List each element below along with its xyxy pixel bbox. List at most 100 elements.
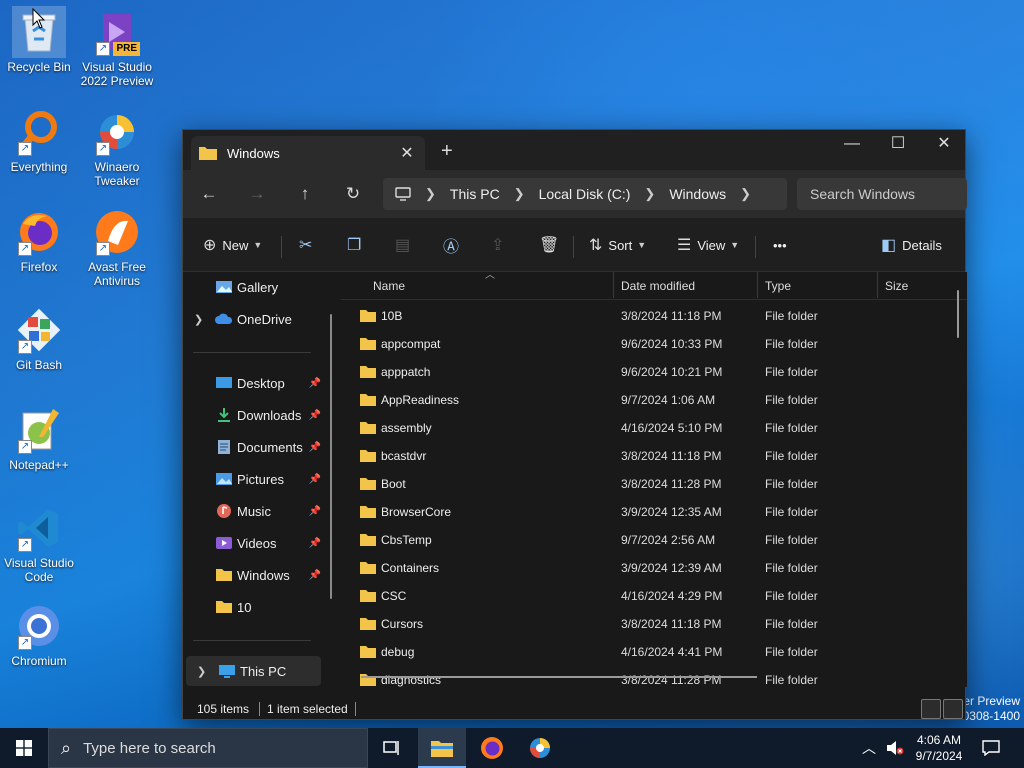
table-row[interactable]: assembly 4/16/2024 5:10 PM File folder	[349, 414, 955, 442]
new-button[interactable]: ⊕ New ▼	[203, 232, 262, 258]
nav-label: OneDrive	[237, 311, 292, 327]
taskbar-search-input[interactable]: ⌕ Type here to search	[48, 728, 368, 768]
desktop-icon-chromium[interactable]: ↗ Chromium	[0, 600, 78, 668]
desktop-icon-vscode[interactable]: ↗ Visual Studio Code	[0, 502, 78, 584]
nav-item-documents[interactable]: Documents 📌	[183, 432, 321, 462]
close-tab-icon[interactable]: ✕	[397, 143, 417, 163]
nav-item-gallery[interactable]: Gallery	[183, 272, 321, 302]
nav-item-pictures[interactable]: Pictures 📌	[183, 464, 321, 494]
pin-icon[interactable]: 📌	[309, 538, 321, 549]
nav-item-windows[interactable]: Windows 📌	[183, 560, 321, 590]
table-row[interactable]: BrowserCore 3/9/2024 12:35 AM File folder	[349, 498, 955, 526]
up-arrow-icon[interactable]: ↑	[290, 180, 320, 208]
pin-icon[interactable]: 📌	[309, 410, 321, 421]
taskbar-firefox[interactable]	[468, 728, 516, 768]
sort-button[interactable]: ⇅ Sort ▼	[589, 232, 646, 258]
forward-arrow-icon[interactable]: →	[242, 180, 272, 208]
column-divider[interactable]	[613, 272, 614, 298]
delete-button[interactable]: 🗑	[539, 232, 565, 258]
table-row[interactable]: Boot 3/8/2024 11:28 PM File folder	[349, 470, 955, 498]
clock[interactable]: 4:06 AM 9/7/2024	[904, 732, 974, 764]
desktop-icon-winaero-tweaker[interactable]: ↗ Winaero Tweaker	[78, 106, 156, 188]
show-hidden-icons-button[interactable]: ︿	[862, 728, 876, 768]
search-input[interactable]: Search Windows	[797, 178, 967, 210]
desktop-icon-visual-studio-2022[interactable]: PRE ↗ Visual Studio 2022 Preview	[78, 6, 156, 88]
chevron-right-icon[interactable]: ❯	[194, 313, 203, 326]
file-date-modified: 4/16/2024 4:41 PM	[621, 645, 723, 659]
volume-button[interactable]	[886, 728, 904, 768]
desktop-icon-avast[interactable]: ↗ Avast Free Antivirus	[78, 206, 156, 288]
table-row[interactable]: CbsTemp 9/7/2024 2:56 AM File folder	[349, 526, 955, 554]
nav-item-onedrive[interactable]: ❯ OneDrive	[183, 304, 321, 334]
table-row[interactable]: appcompat 9/6/2024 10:33 PM File folder	[349, 330, 955, 358]
nav-item-this-pc[interactable]: ❯ This PC	[186, 656, 321, 686]
share-button[interactable]: ⇪	[491, 232, 510, 258]
column-divider[interactable]	[757, 272, 758, 298]
nav-item-downloads[interactable]: Downloads 📌	[183, 400, 321, 430]
new-tab-button[interactable]: +	[441, 140, 453, 163]
column-size[interactable]: Size	[885, 272, 908, 300]
refresh-icon[interactable]: ↻	[338, 180, 368, 208]
task-view-button[interactable]	[368, 728, 416, 768]
breadcrumb-this-pc[interactable]: This PC	[450, 186, 500, 202]
table-row[interactable]: debug 4/16/2024 4:41 PM File folder	[349, 638, 955, 666]
table-row[interactable]: CSC 4/16/2024 4:29 PM File folder	[349, 582, 955, 610]
column-date-modified[interactable]: Date modified	[621, 272, 695, 300]
paste-button[interactable]: ▤	[395, 232, 416, 258]
start-button[interactable]	[0, 728, 48, 768]
back-arrow-icon[interactable]: ←	[194, 180, 224, 208]
breadcrumb[interactable]: ❯ This PC ❯ Local Disk (C:) ❯ Windows ❯	[383, 178, 787, 210]
table-row[interactable]: 10B 3/8/2024 11:18 PM File folder	[349, 302, 955, 330]
cut-button[interactable]: ✂	[299, 232, 318, 258]
file-name: Containers	[381, 561, 440, 575]
taskbar-file-explorer[interactable]	[418, 728, 466, 768]
table-row[interactable]: Containers 3/9/2024 12:39 AM File folder	[349, 554, 955, 582]
taskbar-winaero-tweaker[interactable]	[516, 728, 564, 768]
nav-item-desktop[interactable]: Desktop 📌	[183, 368, 321, 398]
chevron-right-icon[interactable]: ❯	[197, 665, 206, 678]
copy-button[interactable]: ❐	[347, 232, 367, 258]
close-window-button[interactable]: ✕	[921, 130, 967, 160]
maximize-button[interactable]: ☐	[875, 130, 921, 160]
pin-icon[interactable]: 📌	[309, 378, 321, 389]
nav-item-music[interactable]: Music 📌	[183, 496, 321, 526]
desktop-icon-everything[interactable]: ↗ Everything	[0, 106, 78, 174]
horizontal-scrollbar[interactable]	[361, 676, 757, 678]
minimize-button[interactable]: —	[829, 130, 875, 160]
file-date-modified: 3/8/2024 11:18 PM	[621, 617, 722, 631]
file-name: assembly	[381, 421, 432, 435]
pin-icon[interactable]: 📌	[309, 570, 321, 581]
column-divider[interactable]	[877, 272, 878, 298]
desktop-icon-notepad-plus-plus[interactable]: ↗ Notepad++	[0, 404, 78, 472]
pin-icon[interactable]: 📌	[309, 442, 321, 453]
table-row[interactable]: Cursors 3/8/2024 11:18 PM File folder	[349, 610, 955, 638]
pin-icon[interactable]: 📌	[309, 506, 321, 517]
chevron-right-icon[interactable]: ❯	[740, 186, 751, 202]
pin-icon[interactable]: 📌	[309, 474, 321, 485]
details-view-icon[interactable]	[921, 699, 941, 719]
details-pane-button[interactable]: ◧ Details	[881, 232, 942, 258]
vertical-scrollbar[interactable]	[957, 290, 959, 338]
notifications-button[interactable]	[982, 728, 1000, 768]
rename-button[interactable]: Ⓐ	[443, 232, 465, 258]
file-name: Cursors	[381, 617, 424, 631]
nav-scrollbar[interactable]	[330, 314, 332, 599]
table-row[interactable]: bcastdvr 3/8/2024 11:18 PM File folder	[349, 442, 955, 470]
desktop-icon-git-bash[interactable]: ↗ Git Bash	[0, 304, 78, 372]
view-button[interactable]: ☰ View ▼	[677, 232, 739, 258]
breadcrumb-windows[interactable]: Windows	[669, 186, 726, 202]
file-type: File folder	[765, 589, 818, 603]
tab-windows[interactable]: Windows ✕	[191, 136, 425, 170]
see-more-button[interactable]: •••	[773, 232, 787, 258]
column-name[interactable]: Name	[373, 272, 405, 300]
file-name: CSC	[381, 589, 407, 603]
breadcrumb-local-disk[interactable]: Local Disk (C:)	[539, 186, 631, 202]
table-row[interactable]: apppatch 9/6/2024 10:21 PM File folder	[349, 358, 955, 386]
sort-ascending-icon: ︿	[485, 272, 495, 281]
nav-item-10[interactable]: 10	[183, 592, 321, 622]
tiles-view-icon[interactable]	[943, 699, 963, 719]
table-row[interactable]: AppReadiness 9/7/2024 1:06 AM File folder	[349, 386, 955, 414]
nav-item-videos[interactable]: Videos 📌	[183, 528, 321, 558]
desktop-icon-firefox[interactable]: ↗ Firefox	[0, 206, 78, 274]
column-type[interactable]: Type	[765, 272, 791, 300]
